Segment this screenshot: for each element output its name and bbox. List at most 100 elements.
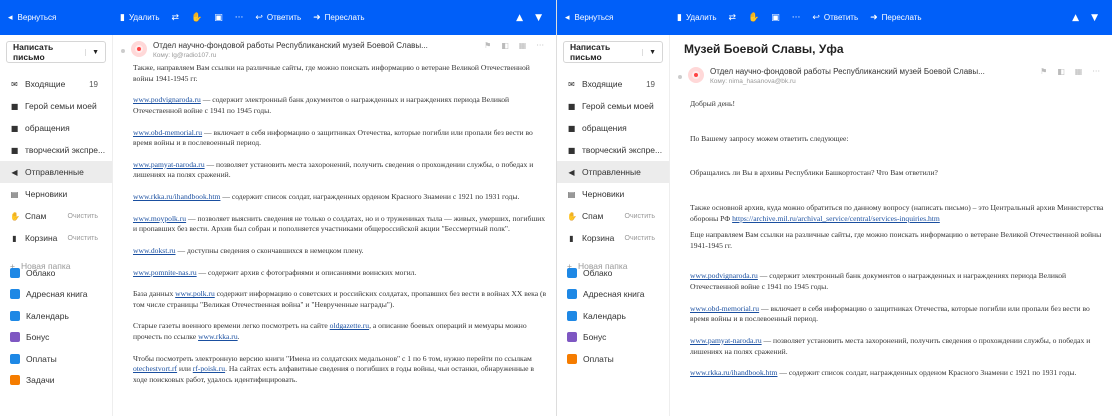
chevron-down-icon[interactable]: ▼ xyxy=(642,48,656,56)
clear-folder-button[interactable]: Очистить xyxy=(68,235,112,242)
link[interactable]: www.moypolk.ru xyxy=(133,214,186,223)
service-item[interactable]: Бонус xyxy=(0,327,112,349)
clear-folder-button[interactable]: Очистить xyxy=(68,213,112,220)
sidebar-item[interactable]: ◀ Отправленные xyxy=(557,161,669,183)
compose-button[interactable]: Написать письмо ▼ xyxy=(563,41,663,63)
link[interactable]: otechestvort.rf xyxy=(133,364,177,373)
sidebar-item-label: Черновики xyxy=(25,189,68,199)
service-label: Адресная книга xyxy=(583,289,645,300)
clear-folder-button[interactable]: Очистить xyxy=(625,235,669,242)
move-icon[interactable]: ⇄ xyxy=(729,13,737,23)
print-icon[interactable]: ▦ xyxy=(519,41,527,50)
link[interactable]: https://archive.mil.ru/archival_service/… xyxy=(732,214,940,223)
service-item[interactable]: Адресная книга xyxy=(557,284,669,306)
flag-icon[interactable]: ⚑ xyxy=(1040,67,1047,76)
label-icon[interactable]: ◧ xyxy=(501,41,509,50)
service-item[interactable]: Облако xyxy=(0,262,112,284)
link[interactable]: www.obd-memorial.ru xyxy=(133,128,202,137)
link[interactable]: www.podvignaroda.ru xyxy=(690,271,758,280)
back-button[interactable]: ◂ Вернуться xyxy=(557,0,669,35)
more-icon[interactable]: ··· xyxy=(1092,67,1100,76)
archive-icon[interactable]: ▣ xyxy=(771,13,780,23)
sidebar-item[interactable]: ■ обращения xyxy=(0,117,112,139)
sidebar-item[interactable]: ■ творческий экспре... xyxy=(557,139,669,161)
back-button[interactable]: ◂ Вернуться xyxy=(0,0,112,35)
sidebar-item[interactable]: ✉ Входящие 19 xyxy=(0,73,112,95)
services-list: Облако Адресная книга Календарь Бонус Оплаты xyxy=(557,262,669,370)
sidebar-item[interactable]: ▮ Корзина Очистить xyxy=(557,227,669,249)
link-paragraph: www.dokst.ru — доступны сведения о сконч… xyxy=(133,246,548,257)
sidebar-item[interactable]: ■ Герой семьи моей xyxy=(0,95,112,117)
more-icon[interactable]: ··· xyxy=(536,41,544,50)
sidebar-item[interactable]: ■ творческий экспре... xyxy=(0,139,112,161)
link-paragraph: www.pamyat-naroda.ru — позволяет установ… xyxy=(133,160,548,181)
reply-button[interactable]: ↩ Ответить xyxy=(812,13,858,23)
service-icon xyxy=(567,332,577,343)
delete-button[interactable]: ▮ Удалить xyxy=(677,13,717,23)
more-icon[interactable]: ··· xyxy=(792,13,801,23)
link[interactable]: www.rkka.ru/ihandbook.htm xyxy=(690,368,777,377)
read-status-dot[interactable] xyxy=(121,49,125,53)
service-item[interactable]: Оплаты xyxy=(0,348,112,370)
label-icon[interactable]: ◧ xyxy=(1057,67,1065,76)
service-item[interactable]: Бонус xyxy=(557,327,669,349)
spam-icon[interactable]: ✋ xyxy=(191,13,202,23)
link[interactable]: www.obd-memorial.ru xyxy=(690,304,759,313)
service-item[interactable]: Адресная книга xyxy=(0,284,112,306)
delete-button[interactable]: ▮ Удалить xyxy=(120,13,160,23)
sender-name[interactable]: Отдел научно-фондовой работы Республикан… xyxy=(710,67,1034,76)
link-description: — содержит список солдат, награжденных о… xyxy=(220,192,520,201)
forward-button[interactable]: ➜ Переслать xyxy=(313,13,364,23)
intro-paragraph: Также, направляем Вам ссылки на различны… xyxy=(133,63,530,83)
link[interactable]: www.polk.ru xyxy=(175,289,215,298)
link-paragraph: www.podvignaroda.ru — содержит электронн… xyxy=(690,271,1104,292)
next-mail-icon[interactable]: ▼ xyxy=(1091,13,1098,23)
sidebar-item-label: Корзина xyxy=(582,233,615,243)
sidebar-item[interactable]: ✉ Входящие 19 xyxy=(557,73,669,95)
forward-label: Переслать xyxy=(324,13,365,22)
link[interactable]: www.pamyat-naroda.ru xyxy=(133,160,205,169)
clear-folder-button[interactable]: Очистить xyxy=(625,213,669,220)
print-icon[interactable]: ▦ xyxy=(1075,67,1083,76)
link[interactable]: rf-poisk.ru xyxy=(193,364,225,373)
sidebar-item[interactable]: ✋ Спам Очистить xyxy=(0,205,112,227)
previous-mail-icon[interactable]: ▲ xyxy=(1072,13,1079,23)
sidebar-item[interactable]: ✋ Спам Очистить xyxy=(557,205,669,227)
service-item[interactable]: Оплаты xyxy=(557,348,669,370)
link-paragraph: www.rkka.ru/ihandbook.htm — содержит спи… xyxy=(133,192,548,203)
link-description: — доступны сведения о скончавшихся в нем… xyxy=(175,245,364,255)
chevron-down-icon[interactable]: ▼ xyxy=(85,48,99,56)
text: или xyxy=(177,364,193,374)
link[interactable]: www.dokst.ru xyxy=(133,246,176,255)
service-item[interactable]: Облако xyxy=(557,262,669,284)
service-item[interactable]: Календарь xyxy=(557,305,669,327)
link[interactable]: oldgazette.ru xyxy=(330,321,369,330)
service-item[interactable]: Задачи xyxy=(0,370,112,392)
sidebar-item[interactable]: ▤ Черновики xyxy=(557,183,669,205)
link[interactable]: www.pomnite-nas.ru xyxy=(133,268,197,277)
read-status-dot[interactable] xyxy=(678,75,682,79)
sidebar-item[interactable]: ■ Герой семьи моей xyxy=(557,95,669,117)
sidebar-item[interactable]: ▤ Черновики xyxy=(0,183,112,205)
link[interactable]: www.pamyat-naroda.ru xyxy=(690,336,762,345)
more-icon[interactable]: ··· xyxy=(235,13,244,23)
spam-icon[interactable]: ✋ xyxy=(748,13,759,23)
reply-button[interactable]: ↩ Ответить xyxy=(255,13,301,23)
link[interactable]: www.rkka.ru xyxy=(198,332,238,341)
forward-button[interactable]: ➜ Переслать xyxy=(870,13,921,23)
move-icon[interactable]: ⇄ xyxy=(172,13,180,23)
flag-icon[interactable]: ⚑ xyxy=(484,41,491,50)
compose-button[interactable]: Написать письмо ▼ xyxy=(6,41,106,63)
service-item[interactable]: Календарь xyxy=(0,305,112,327)
next-mail-icon[interactable]: ▼ xyxy=(535,13,542,23)
link[interactable]: www.rkka.ru/ihandbook.htm xyxy=(133,192,220,201)
link[interactable]: www.podvignaroda.ru xyxy=(133,95,201,104)
archive-icon[interactable]: ▣ xyxy=(214,13,223,23)
previous-mail-icon[interactable]: ▲ xyxy=(516,13,523,23)
sidebar-item[interactable]: ▮ Корзина Очистить xyxy=(0,227,112,249)
forward-icon: ➜ xyxy=(870,12,878,23)
sidebar-item-label: обращения xyxy=(25,123,70,133)
sidebar-item[interactable]: ■ обращения xyxy=(557,117,669,139)
sender-name[interactable]: Отдел научно-фондовой работы Республикан… xyxy=(153,41,478,50)
sidebar-item[interactable]: ◀ Отправленные xyxy=(0,161,112,183)
